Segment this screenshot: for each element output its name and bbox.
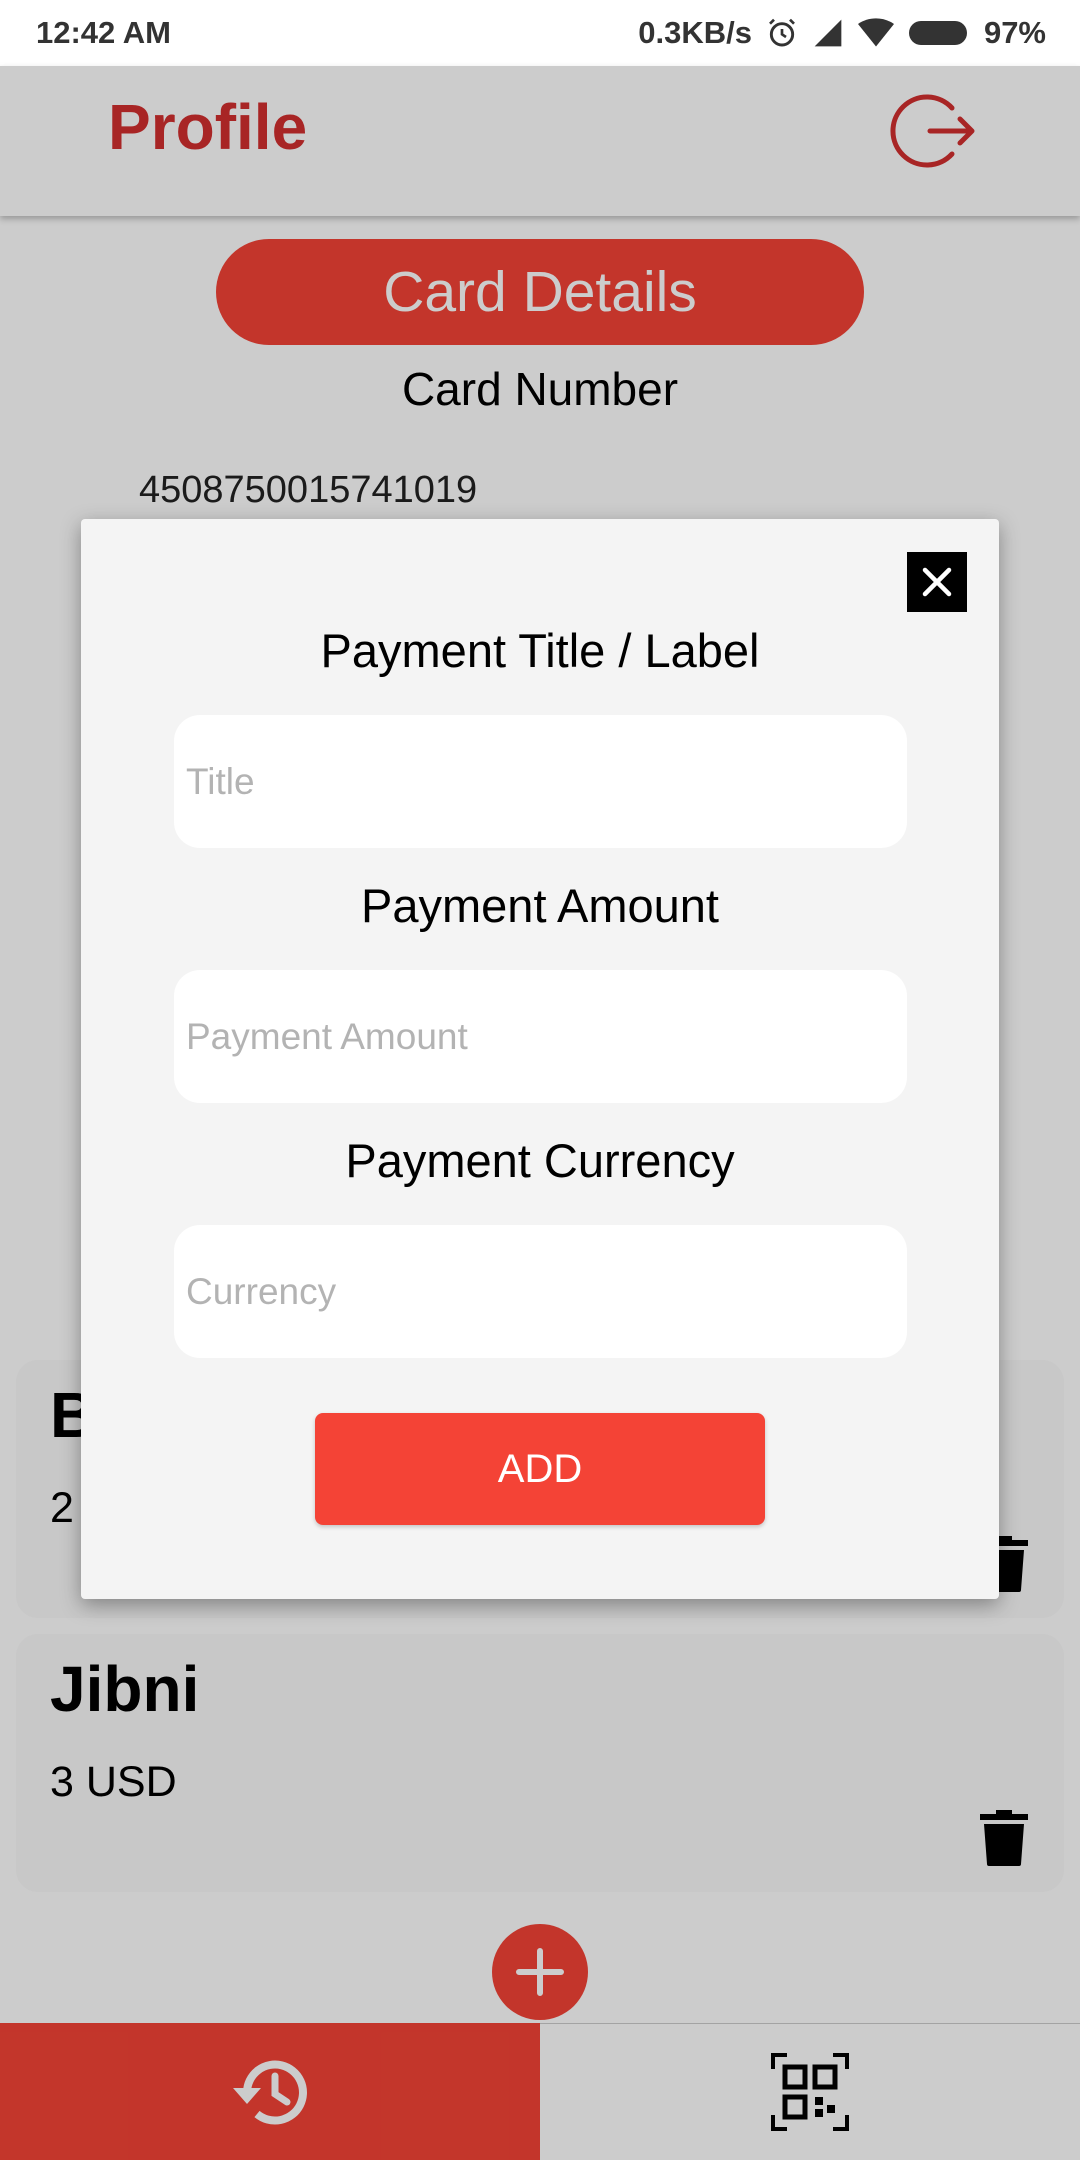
close-button[interactable] — [907, 552, 967, 612]
alarm-icon — [766, 17, 798, 49]
add-payment-dialog: Payment Title / Label Payment Amount Pay… — [81, 519, 999, 1599]
close-icon — [922, 567, 952, 597]
signal-icon — [812, 17, 844, 49]
title-input[interactable] — [174, 715, 907, 848]
currency-input[interactable] — [174, 1225, 907, 1358]
add-button[interactable]: ADD — [315, 1413, 765, 1525]
status-time: 12:42 AM — [36, 15, 171, 50]
currency-field-label: Payment Currency — [345, 1134, 735, 1187]
status-bar: 12:42 AM 0.3KB/s 97% — [0, 0, 1080, 66]
battery-level: 97% — [983, 15, 1046, 50]
title-field-label: Payment Title / Label — [320, 624, 760, 677]
amount-field-label: Payment Amount — [361, 879, 719, 932]
status-indicators: 0.3KB/s 97% — [638, 15, 1046, 51]
amount-input[interactable] — [174, 970, 907, 1103]
network-speed: 0.3KB/s — [638, 15, 752, 50]
wifi-icon — [857, 17, 894, 49]
battery-icon — [908, 19, 970, 47]
